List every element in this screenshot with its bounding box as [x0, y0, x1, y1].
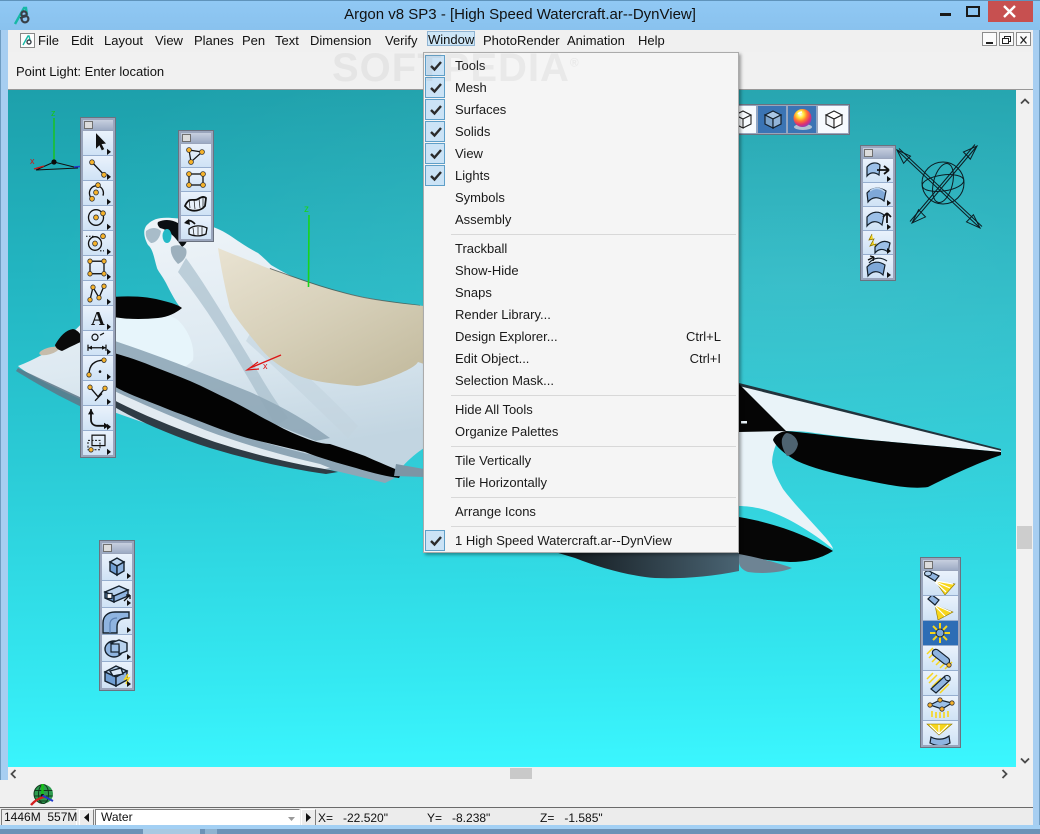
svg-text:x: x [30, 156, 35, 166]
svg-text:z: z [51, 108, 56, 118]
svg-text:z: z [304, 204, 309, 215]
svg-text:A: A [91, 308, 105, 329]
svg-text:x: x [263, 361, 268, 371]
